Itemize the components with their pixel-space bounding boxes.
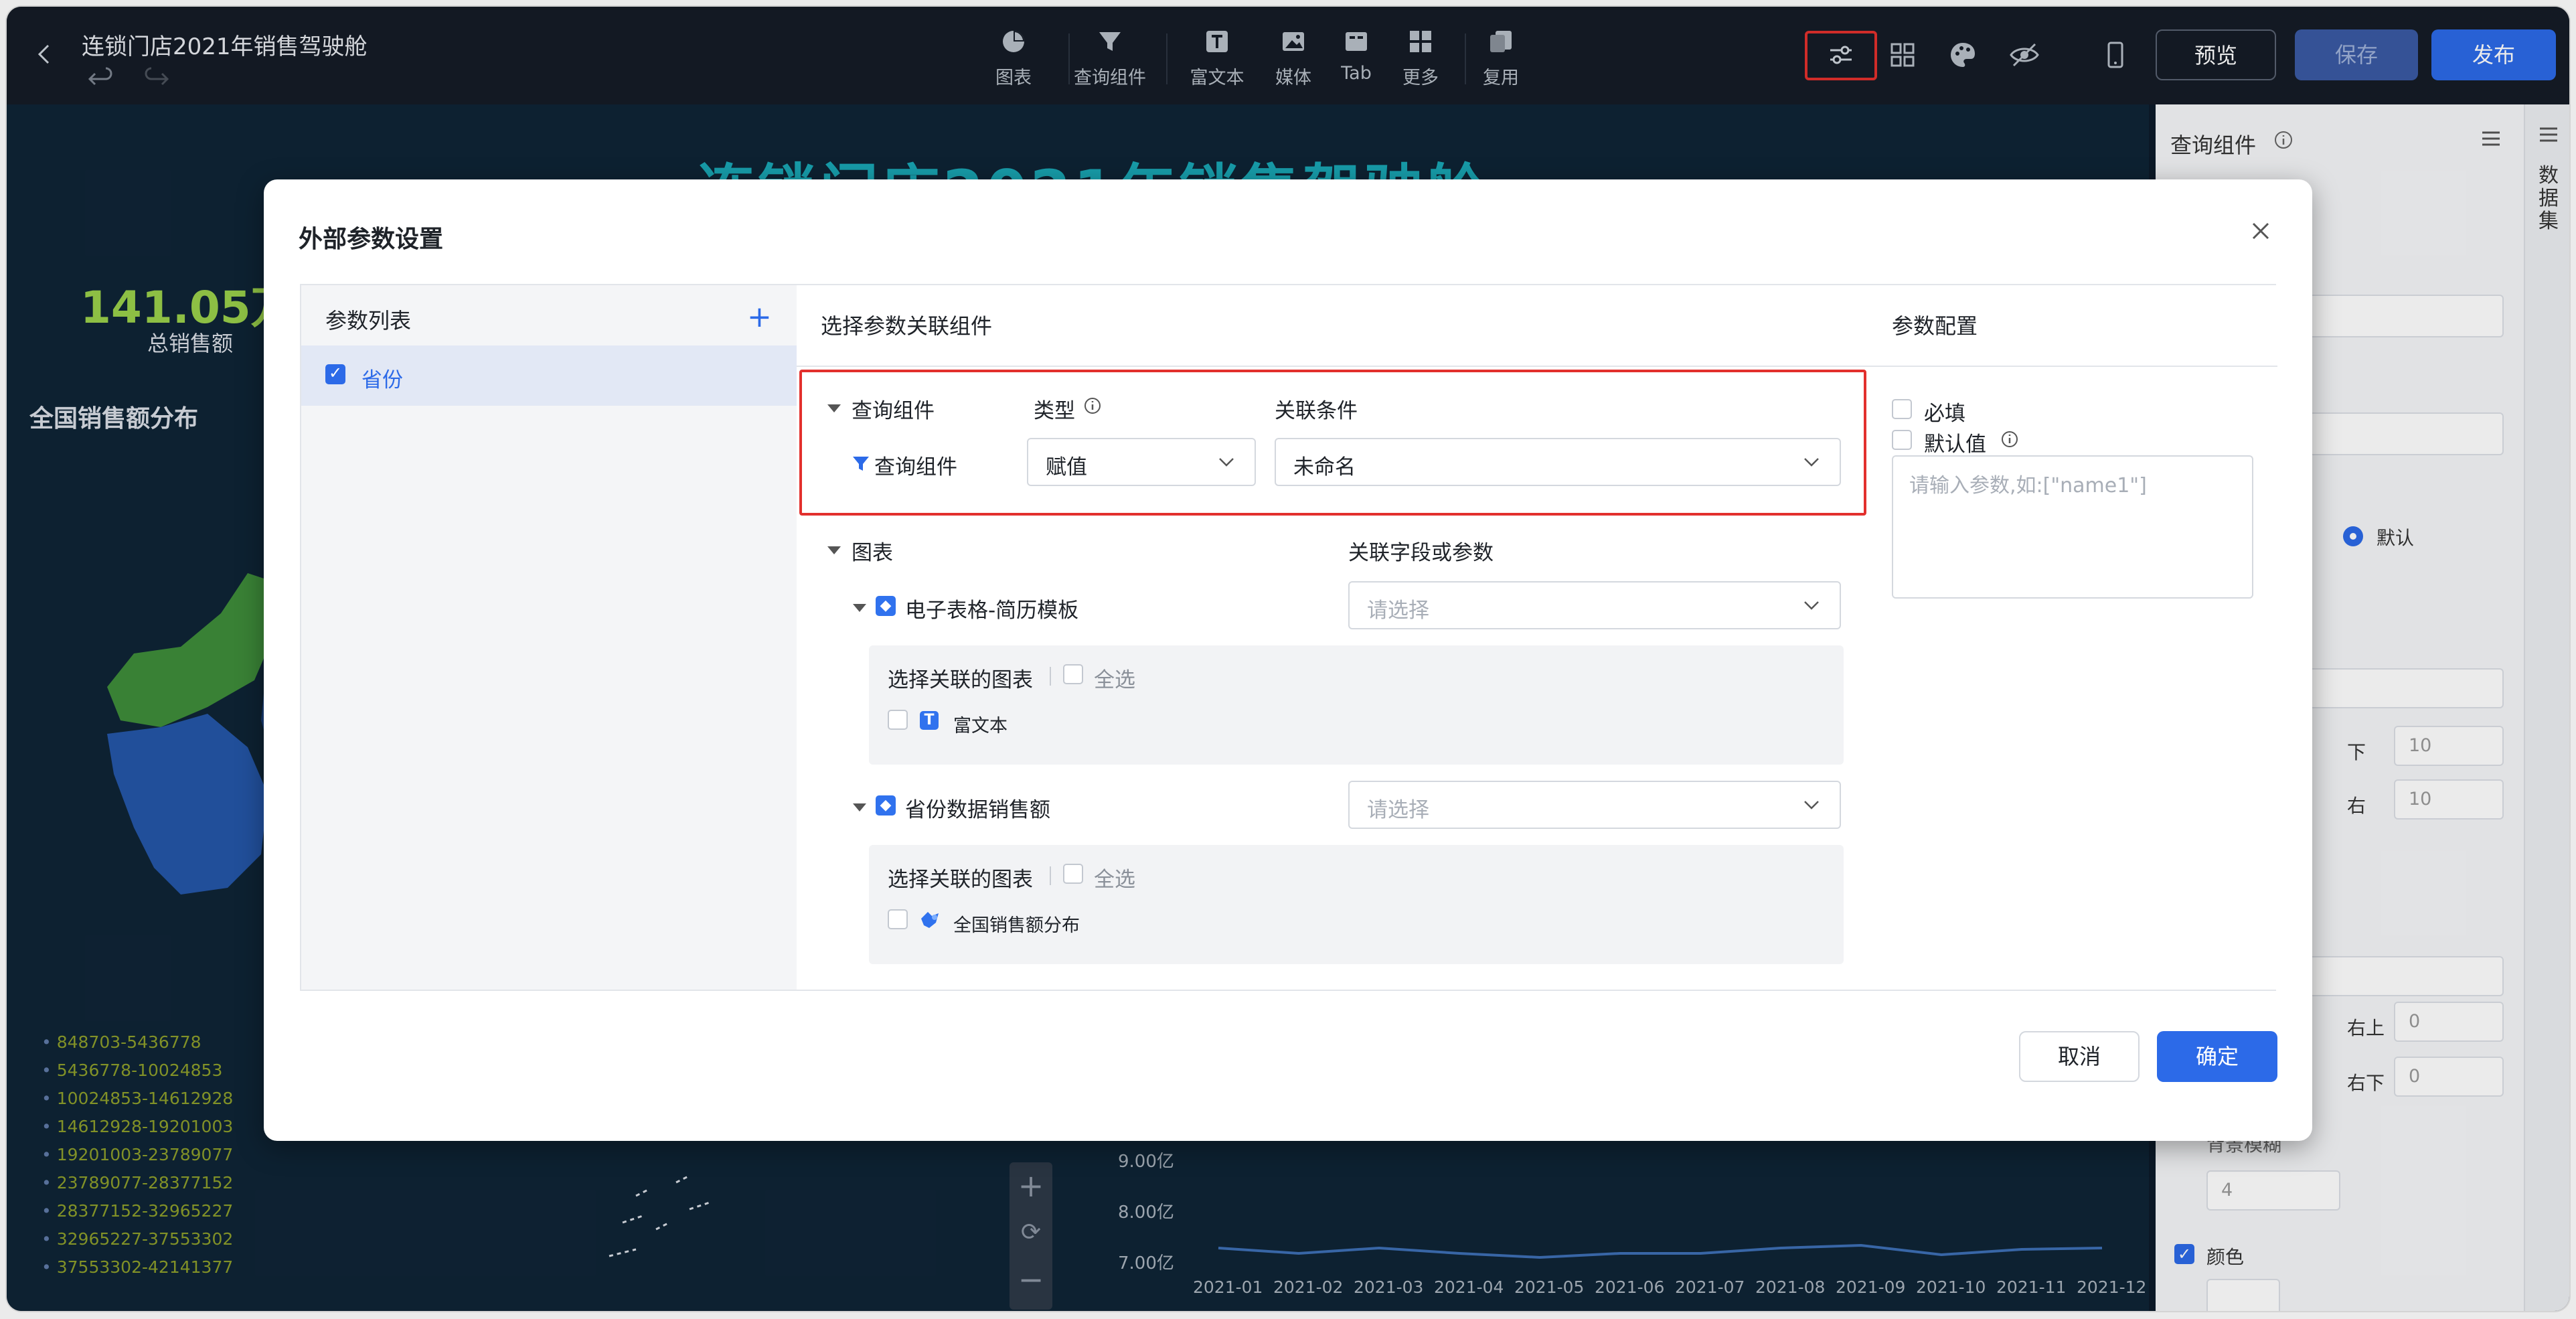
- chevron-down-icon: [1804, 458, 1819, 467]
- type-select-value: 赋值: [1046, 455, 1087, 479]
- close-icon[interactable]: [2247, 217, 2275, 245]
- linked-charts-label: 选择关联的图表: [888, 668, 1033, 692]
- chevron-down-icon: [1219, 458, 1234, 467]
- field-select[interactable]: 请选择: [1348, 781, 1841, 829]
- textarea-placeholder: 请输入参数,如:["name1"]: [1909, 474, 2147, 497]
- cube-icon: ◆: [876, 596, 896, 616]
- map-chart-icon: [921, 912, 939, 928]
- linked-charts-box: 选择关联的图表 全选 T 富文本: [869, 645, 1844, 765]
- filter-icon: [853, 457, 869, 471]
- field-select[interactable]: 请选择: [1348, 581, 1841, 629]
- assoc-panel: 选择参数关联组件 查询组件 类型 关联条件 查询组件 赋值 未命名 图表 关联字…: [797, 285, 1869, 990]
- dialog-body: 参数列表 + 省份 选择参数关联组件 查询组件 类型 关联条件 查询组件 赋值: [300, 284, 2277, 991]
- cancel-button[interactable]: 取消: [2019, 1031, 2140, 1082]
- linked-charts-label: 选择关联的图表: [888, 868, 1033, 892]
- confirm-button[interactable]: 确定: [2157, 1031, 2277, 1082]
- select-all-label: 全选: [1094, 868, 1135, 892]
- text-icon: T: [920, 711, 939, 730]
- linked-chart-label: 全国销售额分布: [953, 915, 1080, 936]
- type-header: 类型: [1034, 399, 1075, 423]
- field-select-placeholder: 请选择: [1367, 599, 1429, 623]
- chevron-down-icon: [1804, 601, 1819, 610]
- query-section-label: 查询组件: [852, 399, 935, 423]
- cond-select-value: 未命名: [1293, 455, 1356, 479]
- info-icon[interactable]: [2000, 430, 2019, 449]
- field-select-placeholder: 请选择: [1367, 798, 1429, 822]
- type-select[interactable]: 赋值: [1027, 438, 1256, 486]
- select-all-checkbox[interactable]: [1063, 664, 1083, 684]
- required-label: 必填: [1924, 402, 1965, 426]
- param-list-panel: 参数列表 + 省份: [301, 285, 798, 990]
- required-checkbox[interactable]: [1892, 399, 1912, 419]
- linked-charts-box: 选择关联的图表 全选 全国销售额分布: [869, 845, 1844, 964]
- collapse-caret-icon[interactable]: [853, 604, 866, 612]
- chart-section-label: 图表: [852, 541, 893, 565]
- linked-chart-checkbox[interactable]: [888, 710, 908, 730]
- default-value-textarea[interactable]: 请输入参数,如:["name1"]: [1892, 455, 2253, 599]
- collapse-caret-icon[interactable]: [827, 546, 841, 554]
- collapse-caret-icon[interactable]: [853, 803, 866, 811]
- chart-group-name: 省份数据销售额: [905, 798, 1050, 822]
- linked-chart-label: 富文本: [953, 716, 1008, 736]
- param-list-item[interactable]: 省份: [301, 345, 797, 406]
- dialog-title: 外部参数设置: [299, 226, 444, 253]
- assoc-header: 选择参数关联组件: [821, 313, 993, 339]
- select-all-label: 全选: [1094, 668, 1135, 692]
- chevron-down-icon: [1804, 801, 1819, 809]
- chart-group-name: 电子表格-简历模板: [905, 599, 1079, 623]
- default-value-label: 默认值: [1924, 433, 1986, 457]
- param-config-panel: 参数配置 必填 默认值 请输入参数,如:["name1"]: [1868, 285, 2277, 990]
- linked-chart-checkbox[interactable]: [888, 909, 908, 929]
- param-list-header: 参数列表: [325, 308, 412, 333]
- query-row-label: 查询组件: [874, 455, 957, 479]
- collapse-caret-icon[interactable]: [827, 404, 841, 412]
- param-config-header: 参数配置: [1892, 313, 1978, 339]
- select-all-checkbox[interactable]: [1063, 864, 1083, 884]
- cube-icon: ◆: [876, 795, 896, 816]
- field-header: 关联字段或参数: [1348, 541, 1494, 565]
- cond-select[interactable]: 未命名: [1275, 438, 1841, 486]
- default-value-checkbox[interactable]: [1892, 430, 1912, 450]
- external-params-dialog: 外部参数设置 参数列表 + 省份 选择参数关联组件 查询组件 类型 关联条件 查…: [264, 179, 2312, 1141]
- param-checkbox[interactable]: [325, 364, 345, 384]
- divider: [1868, 366, 2277, 367]
- add-param-icon[interactable]: +: [747, 300, 772, 334]
- info-icon[interactable]: [1083, 396, 1102, 415]
- param-label: 省份: [361, 368, 403, 392]
- divider: [797, 366, 1868, 367]
- divider: [1050, 667, 1051, 686]
- divider: [1050, 866, 1051, 885]
- cond-header: 关联条件: [1275, 399, 1358, 423]
